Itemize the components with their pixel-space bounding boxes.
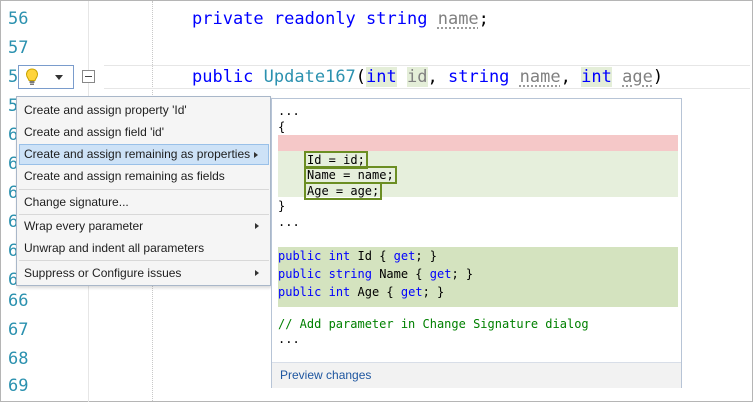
param-name: name xyxy=(519,67,561,87)
keyword: get xyxy=(429,267,452,281)
preview-comment: // Add parameter in Change Signature dia… xyxy=(278,317,589,331)
quick-actions-menu: Create and assign property 'Id' Create a… xyxy=(16,96,271,286)
menu-separator xyxy=(19,189,269,190)
quick-actions-button[interactable] xyxy=(18,65,74,89)
method-name: Update167 xyxy=(263,67,356,87)
menu-item-label: Create and assign remaining as propertie… xyxy=(24,147,251,161)
keyword: int xyxy=(328,249,351,263)
code-editor: 56 57 5 5 6 6 6 6 6 6 66 67 68 69 privat… xyxy=(0,0,753,402)
menu-item-change-signature[interactable]: Change signature... xyxy=(19,192,269,213)
keyword: get xyxy=(393,249,416,263)
line-number: 57 xyxy=(8,38,29,58)
comma: , xyxy=(427,67,438,87)
keyword: public xyxy=(278,285,322,299)
param-type: int xyxy=(581,67,612,87)
paren: ( xyxy=(355,67,367,87)
menu-item-label: Suppress or Configure issues xyxy=(24,266,182,280)
field-name: name xyxy=(437,9,479,29)
preview-line: ... xyxy=(278,332,300,346)
keyword: int xyxy=(328,285,351,299)
code-line-58[interactable]: public Update167(int id, string name, in… xyxy=(192,67,663,87)
code-text: ; } xyxy=(415,249,438,263)
keyword: get xyxy=(400,285,423,299)
menu-item-label: Unwrap and indent all parameters xyxy=(24,241,205,255)
paren: ) xyxy=(652,67,664,87)
menu-item-create-assign-field[interactable]: Create and assign field 'id' xyxy=(19,122,269,143)
lightbulb-icon xyxy=(19,66,45,88)
preview-footer: Preview changes xyxy=(272,362,681,388)
keyword: public xyxy=(192,67,254,87)
keyword: readonly xyxy=(273,9,356,29)
keyword: string xyxy=(366,9,428,29)
submenu-arrow-icon xyxy=(254,152,258,158)
menu-item-unwrap-parameters[interactable]: Unwrap and indent all parameters xyxy=(19,238,269,259)
menu-item-suppress-configure[interactable]: Suppress or Configure issues xyxy=(19,263,269,284)
submenu-arrow-icon xyxy=(255,223,259,229)
code-text: Id { xyxy=(357,249,394,263)
line-number: 66 xyxy=(8,291,29,311)
code-text: Name { xyxy=(379,267,430,281)
menu-item-create-assign-property[interactable]: Create and assign property 'Id' xyxy=(19,100,269,121)
menu-separator xyxy=(19,214,269,215)
submenu-arrow-icon xyxy=(255,270,259,276)
param-type: int xyxy=(366,67,397,87)
preview-changes-link[interactable]: Preview changes xyxy=(280,368,371,382)
preview-pane: ... { Id = id; Name = name; Age = age; }… xyxy=(271,98,682,388)
keyword: public xyxy=(278,249,322,263)
preview-line: public string Name { get; } xyxy=(278,265,473,283)
menu-separator xyxy=(19,260,269,261)
menu-item-wrap-parameters[interactable]: Wrap every parameter xyxy=(19,216,269,237)
keyword: string xyxy=(328,267,372,281)
semicolon: ; xyxy=(478,9,489,29)
line-number: 56 xyxy=(8,9,29,29)
menu-item-label: Change signature... xyxy=(24,195,129,209)
keyword: public xyxy=(278,267,322,281)
menu-item-label: Create and assign property 'Id' xyxy=(24,103,187,117)
menu-item-label: Wrap every parameter xyxy=(24,219,144,233)
menu-item-create-assign-remaining-properties[interactable]: Create and assign remaining as propertie… xyxy=(19,144,269,165)
keyword: private xyxy=(192,9,264,29)
collapse-region-icon[interactable] xyxy=(82,70,95,83)
removed-line-band xyxy=(278,135,678,151)
line-number: 69 xyxy=(8,376,29,396)
preview-line: ... xyxy=(278,215,300,229)
code-line-56[interactable]: private readonly string name; xyxy=(192,9,489,29)
line-number: 67 xyxy=(8,320,29,340)
preview-line: Age = age; xyxy=(304,182,383,200)
assignment-text: Age = age; xyxy=(304,182,383,200)
code-text: ; } xyxy=(451,267,474,281)
menu-item-create-assign-remaining-fields[interactable]: Create and assign remaining as fields xyxy=(19,166,269,187)
code-text: Age { xyxy=(357,285,401,299)
comma: , xyxy=(560,67,571,87)
chevron-down-icon xyxy=(55,74,63,80)
param-name: id xyxy=(407,67,428,87)
menu-item-label: Create and assign remaining as fields xyxy=(24,169,225,183)
preview-line: { xyxy=(278,120,286,134)
line-number: 68 xyxy=(8,349,29,369)
code-text: ; } xyxy=(422,285,445,299)
param-type: string xyxy=(448,67,510,87)
preview-line: public int Id { get; } xyxy=(278,247,437,265)
param-name: age xyxy=(622,67,653,87)
preview-line: public int Age { get; } xyxy=(278,283,444,301)
menu-item-label: Create and assign field 'id' xyxy=(24,125,164,139)
